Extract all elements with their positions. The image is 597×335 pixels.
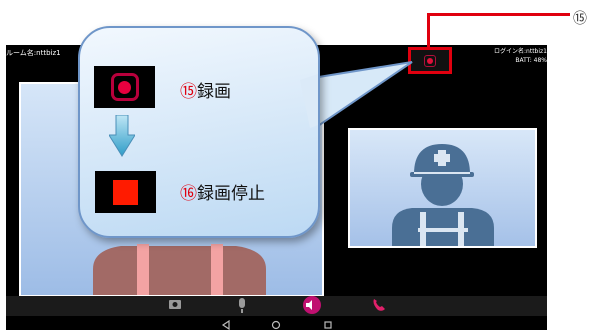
stop-label: ⑯録画停止 (180, 184, 265, 204)
record-icon (110, 73, 139, 101)
stop-button-preview (95, 171, 156, 213)
arrow-down-icon (109, 115, 135, 157)
record-label: ⑮録画 (180, 82, 231, 102)
record-button-preview (94, 66, 155, 108)
stop-icon (113, 179, 138, 205)
